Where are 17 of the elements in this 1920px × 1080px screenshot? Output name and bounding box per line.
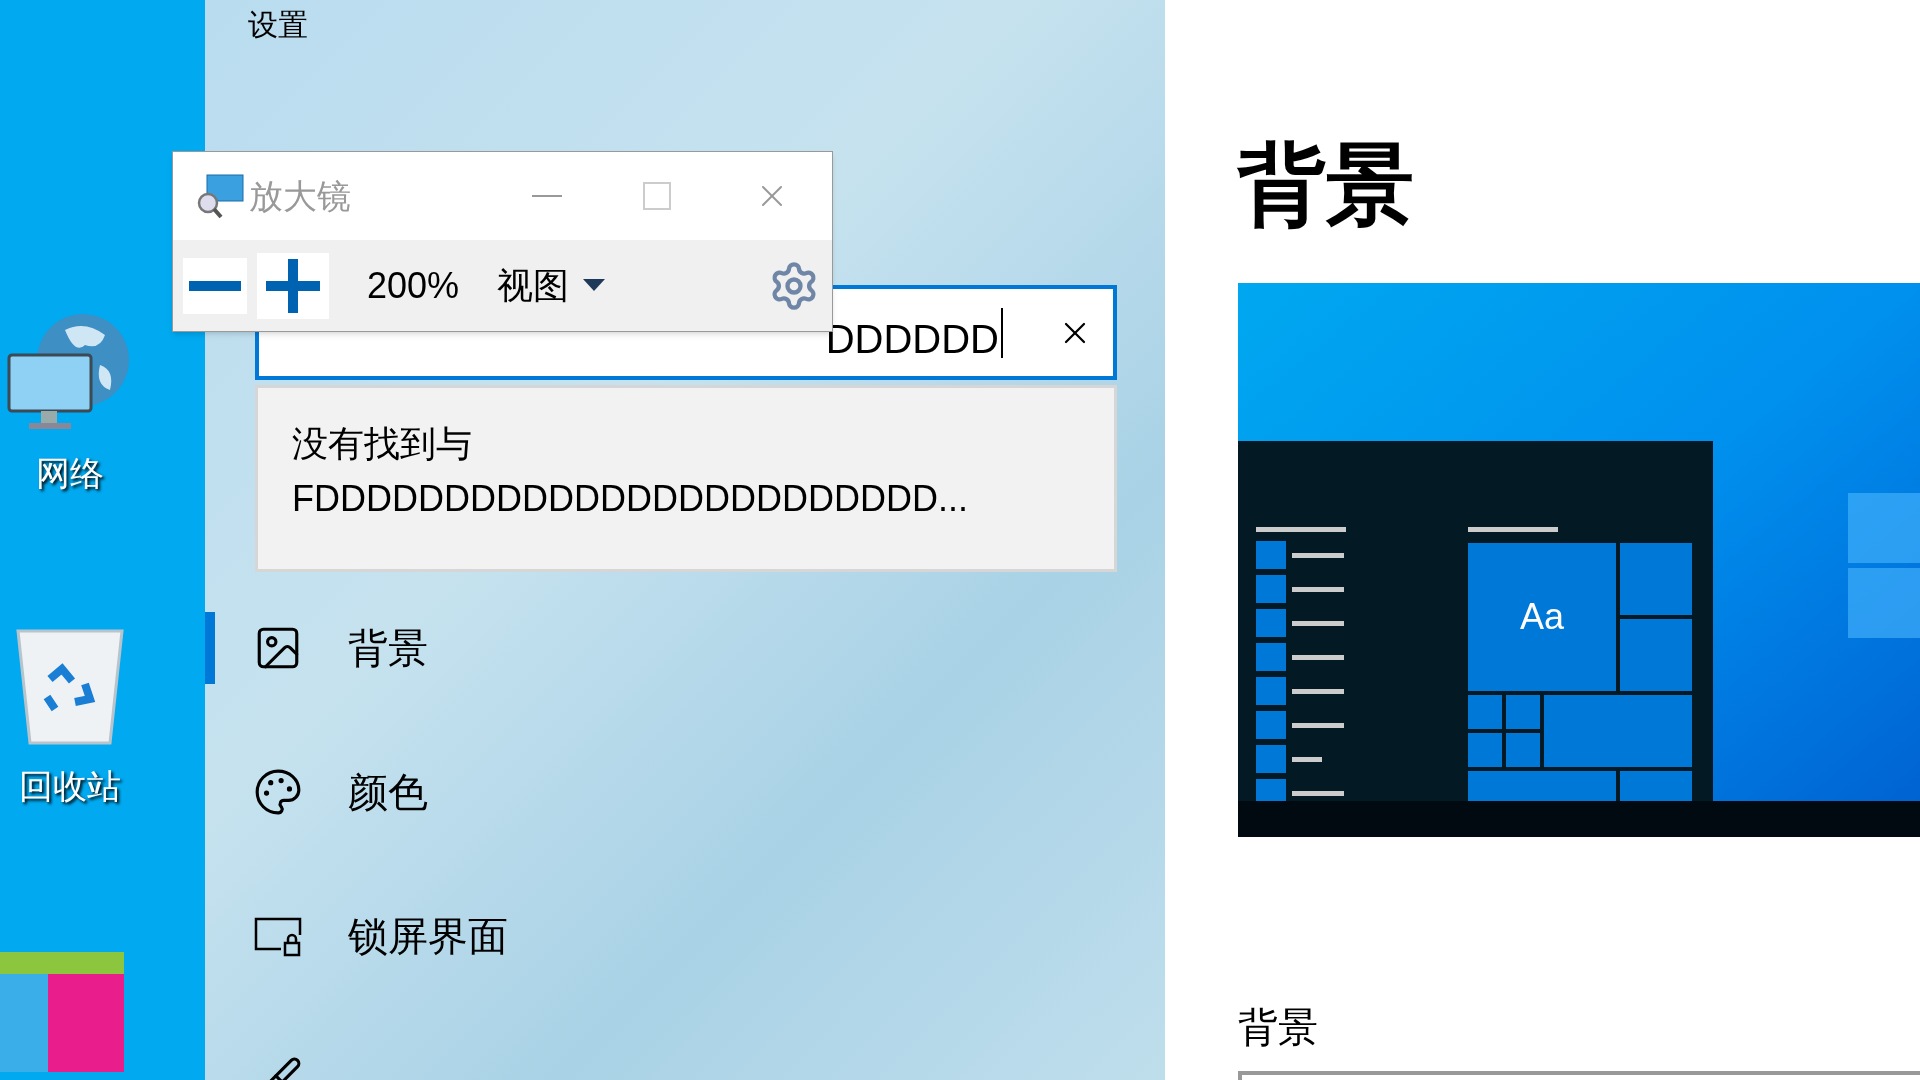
- palette-icon: [253, 767, 303, 817]
- app-title: 设置: [248, 7, 308, 42]
- nav-item[interactable]: 锁屏界面: [205, 900, 528, 972]
- section-label: 背景: [1238, 1004, 1318, 1051]
- caret-icon: [583, 278, 606, 293]
- magnifier-app-icon: [195, 173, 245, 219]
- nav-item[interactable]: 颜色: [205, 756, 448, 828]
- tiles-icon[interactable]: [0, 952, 124, 1072]
- zoom-in-button[interactable]: [257, 252, 329, 319]
- zoom-out-button[interactable]: [183, 257, 247, 314]
- no-results-message: 没有找到与 FDDDDDDDDDDDDDDDDDDDDDDDD...: [292, 422, 969, 521]
- window-title: 放大镜: [249, 175, 351, 217]
- desktop-preview-drawing: Aa: [1238, 283, 1920, 837]
- desktop-icon-label: 网络: [36, 453, 104, 494]
- page-title: 背景: [1238, 135, 1414, 235]
- desktop-icon-label: 回收站: [19, 766, 121, 807]
- nav-item[interactable]: 背景: [205, 612, 448, 684]
